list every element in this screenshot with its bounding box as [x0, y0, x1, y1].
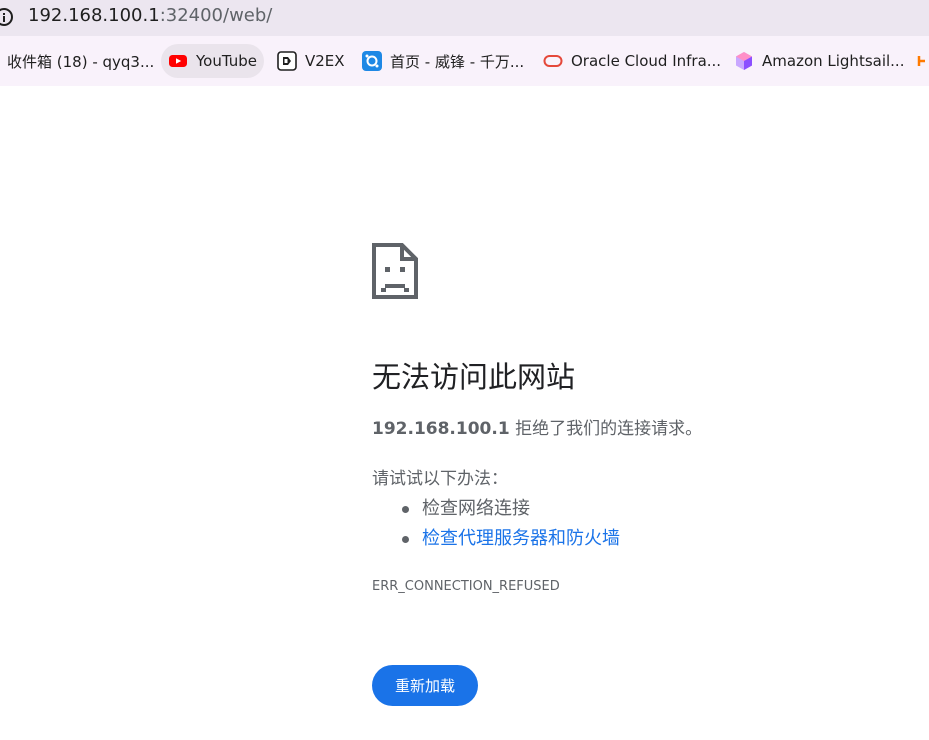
bookmark-lightsail[interactable]: Amazon Lightsail...: [734, 44, 904, 78]
suggestion-check-network: 检查网络连接: [372, 494, 620, 524]
bookmark-overflow-icon: [917, 56, 925, 66]
suggestion-label: 检查网络连接: [422, 498, 530, 519]
bookmark-label: Oracle Cloud Infra...: [571, 52, 722, 70]
lightsail-icon: [736, 52, 752, 70]
suggestion-check-proxy: 检查代理服务器和防火墙: [372, 524, 620, 554]
bookmark-label: Amazon Lightsail...: [762, 52, 905, 70]
bookmark-feng[interactable]: 首页 - 威锋 - 千万...: [362, 44, 524, 78]
site-info-icon[interactable]: [0, 8, 13, 26]
error-code: ERR_CONNECTION_REFUSED: [372, 579, 560, 594]
check-proxy-link[interactable]: 检查代理服务器和防火墙: [422, 528, 620, 549]
bookmark-v2ex[interactable]: V2EX: [277, 44, 345, 78]
suggestions-list: 检查网络连接 检查代理服务器和防火墙: [372, 494, 620, 554]
youtube-icon: [169, 55, 187, 67]
bullet: [402, 506, 409, 513]
bookmark-label: YouTube: [196, 52, 257, 70]
sad-page-icon: [372, 243, 418, 299]
reload-button[interactable]: 重新加载: [372, 665, 478, 706]
bookmark-label: V2EX: [305, 52, 345, 70]
url-path: :32400/web/: [159, 5, 273, 26]
oracle-icon: [543, 55, 563, 67]
bookmark-overflow[interactable]: [916, 44, 929, 78]
bullet: [402, 536, 409, 543]
bookmark-label: 首页 - 威锋 - 千万...: [390, 52, 525, 71]
error-message-text: 拒绝了我们的连接请求。: [509, 419, 703, 439]
bookmark-inbox[interactable]: 收件箱 (18) - qyq3...: [7, 44, 154, 78]
bookmark-oracle[interactable]: Oracle Cloud Infra...: [543, 44, 721, 78]
feng-icon: [362, 51, 382, 71]
error-message: 192.168.100.1 拒绝了我们的连接请求。: [372, 416, 702, 442]
bookmark-youtube[interactable]: YouTube: [161, 44, 264, 78]
bookmark-label: 收件箱 (18) - qyq3...: [7, 52, 155, 71]
v2ex-icon: [277, 51, 297, 71]
suggestions-heading: 请试试以下办法：: [372, 469, 508, 489]
address-bar: 192.168.100.1:32400/web/: [0, 0, 929, 36]
bookmarks-bar: 收件箱 (18) - qyq3... YouTube V2EX 首页 - 威锋 …: [0, 36, 929, 86]
error-host: 192.168.100.1: [372, 419, 510, 439]
error-title: 无法访问此网站: [372, 360, 576, 394]
url-host: 192.168.100.1: [28, 5, 160, 26]
url-field[interactable]: 192.168.100.1:32400/web/: [28, 5, 272, 27]
